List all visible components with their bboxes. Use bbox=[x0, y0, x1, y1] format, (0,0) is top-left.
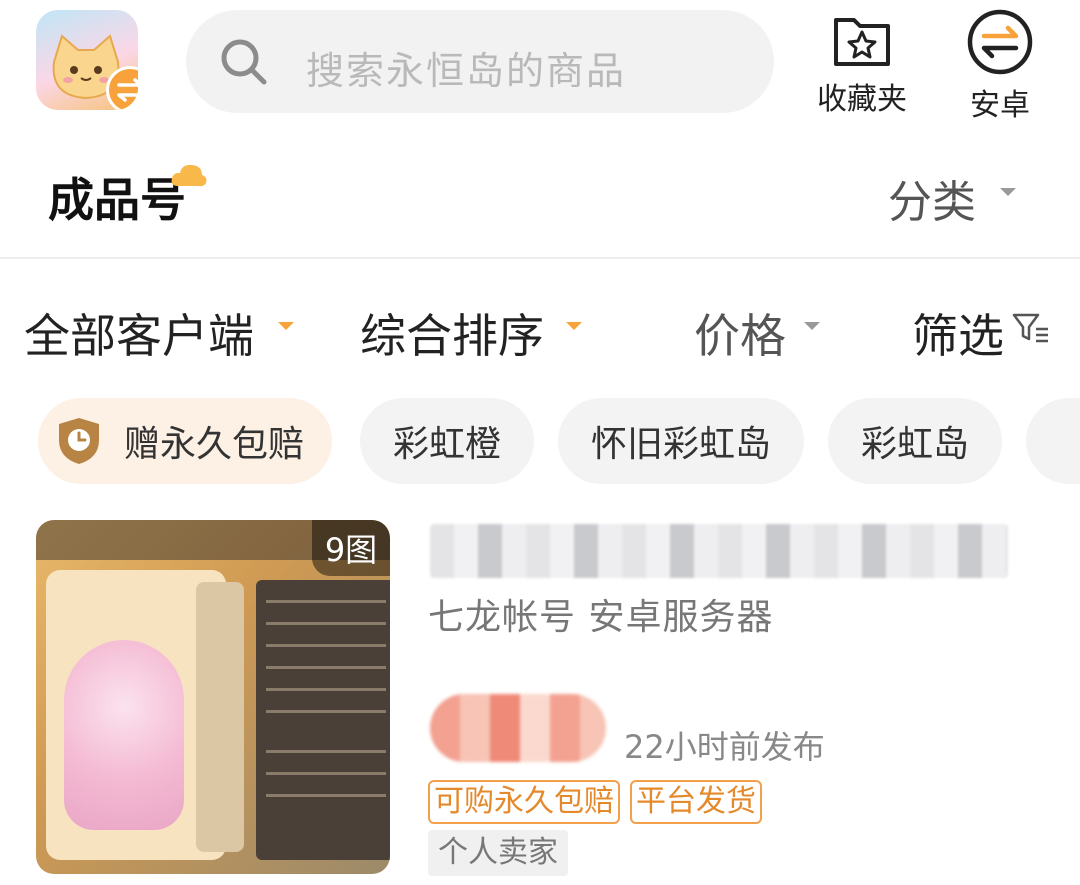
chip-more[interactable] bbox=[1026, 398, 1080, 484]
android-label: 安卓 bbox=[970, 88, 1030, 123]
chevron-down-icon bbox=[566, 322, 582, 330]
page-title: 成品号 bbox=[48, 173, 186, 227]
sort-filter[interactable]: 综合排序 bbox=[360, 300, 544, 366]
filter-button-label: 筛选 bbox=[912, 309, 1004, 363]
swap-icon bbox=[967, 9, 1033, 75]
client-filter-label: 全部客户端 bbox=[24, 309, 254, 363]
android-button[interactable]: 安卓 bbox=[950, 8, 1050, 124]
stat-row bbox=[266, 710, 386, 713]
listing-title-blurred bbox=[430, 524, 1008, 578]
search-icon bbox=[221, 39, 267, 85]
chip-rainbow-island[interactable]: 彩虹岛 bbox=[828, 398, 1002, 484]
listing-image[interactable]: 9图 bbox=[36, 520, 390, 874]
image-count-badge: 9图 bbox=[312, 520, 390, 576]
search-input[interactable]: 搜索永恒岛的商品 bbox=[186, 10, 774, 113]
star-folder-icon bbox=[834, 18, 890, 66]
seller-type-badge: 个人卖家 bbox=[428, 830, 568, 876]
favorites-button[interactable]: 收藏夹 bbox=[812, 10, 912, 118]
client-filter[interactable]: 全部客户端 bbox=[24, 300, 254, 366]
filter-icon bbox=[1012, 313, 1048, 343]
swap-badge-icon bbox=[106, 66, 138, 110]
cloud-icon bbox=[171, 164, 207, 187]
stat-row bbox=[266, 688, 386, 691]
posted-time: 22小时前发布 bbox=[624, 728, 825, 766]
price-filter[interactable]: 价格 bbox=[694, 300, 786, 366]
tag-permanent-compensation: 可购永久包赔 bbox=[428, 780, 620, 824]
stat-row bbox=[266, 772, 386, 775]
chevron-down-icon bbox=[804, 322, 820, 330]
chip-label: 彩虹岛 bbox=[860, 424, 969, 465]
clock-shield-icon bbox=[59, 418, 99, 464]
chip-label: 彩虹橙 bbox=[392, 424, 501, 465]
chip-permanent-compensation[interactable]: 赠永久包赔 bbox=[38, 398, 332, 484]
price-filter-label: 价格 bbox=[694, 309, 786, 363]
app-logo-icon bbox=[36, 10, 138, 110]
stat-row bbox=[266, 600, 386, 603]
stat-row bbox=[266, 750, 386, 753]
listing-subtitle: 七龙帐号 安卓服务器 bbox=[428, 597, 774, 638]
favorites-label: 收藏夹 bbox=[817, 82, 907, 117]
character-figure bbox=[64, 640, 184, 830]
category-button[interactable]: 分类 bbox=[888, 166, 976, 230]
stat-row bbox=[266, 666, 386, 669]
tag-platform-delivery: 平台发货 bbox=[630, 780, 762, 824]
divider bbox=[0, 257, 1080, 259]
seller-avatar-blurred bbox=[430, 694, 606, 762]
chip-label: 怀旧彩虹岛 bbox=[590, 424, 771, 465]
stat-row bbox=[266, 622, 386, 625]
chevron-down-icon bbox=[1000, 188, 1016, 196]
game-slot-column bbox=[196, 582, 244, 852]
chip-rainbow-orange[interactable]: 彩虹橙 bbox=[360, 398, 534, 484]
chevron-down-icon bbox=[278, 322, 294, 330]
chip-classic-rainbow-island[interactable]: 怀旧彩虹岛 bbox=[558, 398, 804, 484]
stat-row bbox=[266, 644, 386, 647]
stat-row bbox=[266, 794, 386, 797]
sort-filter-label: 综合排序 bbox=[360, 309, 544, 363]
filter-button[interactable]: 筛选 bbox=[912, 300, 1004, 366]
search-placeholder: 搜索永恒岛的商品 bbox=[306, 49, 627, 93]
chip-label: 赠永久包赔 bbox=[124, 424, 305, 465]
